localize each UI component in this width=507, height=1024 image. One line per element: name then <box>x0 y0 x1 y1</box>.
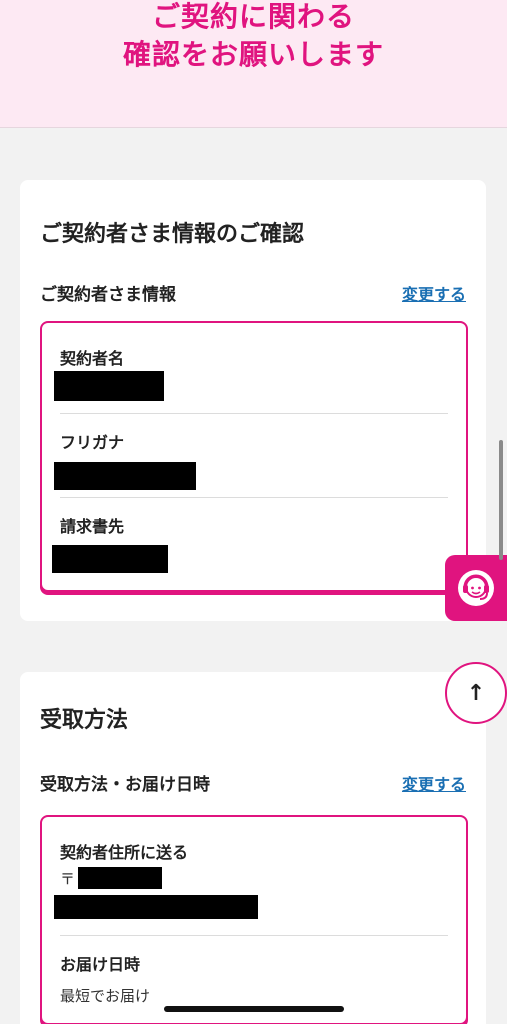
address-row: 契約者住所に送る <box>60 839 448 863</box>
delivery-row: お届け日時 最短でお届け <box>60 951 448 1006</box>
contract-info-box: 契約者名 フリガナ 請求書先 <box>40 321 468 592</box>
support-chat-button[interactable] <box>445 555 507 621</box>
page-header: ご契約に関わる 確認をお願いします <box>0 0 507 128</box>
receive-info-box: 契約者住所に送る 〒 お届け日時 最短でお届け <box>40 815 468 1024</box>
redacted-billing <box>52 545 168 573</box>
receive-change-link[interactable]: 変更する <box>402 771 466 795</box>
furigana-label: フリガナ <box>60 433 125 452</box>
arrow-up-icon: ↑ <box>466 680 486 706</box>
home-indicator <box>164 1006 344 1012</box>
row-divider <box>60 935 448 936</box>
delivery-value: 最短でお届け <box>60 987 151 1005</box>
postal-prefix: 〒 <box>60 870 76 888</box>
address-label: 契約者住所に送る <box>60 843 189 862</box>
receive-card-title: 受取方法 <box>40 708 129 733</box>
header-title-line2: 確認をお願いします <box>122 38 384 71</box>
contract-info-card: ご契約者さま情報のご確認 ご契約者さま情報 変更する 契約者名 フリガナ 請求書… <box>20 180 486 621</box>
billing-row: 請求書先 <box>60 513 448 537</box>
row-divider <box>60 497 448 498</box>
redacted-address <box>54 895 258 919</box>
receive-section-label: 受取方法・お届け日時 <box>40 775 210 795</box>
contract-name-label: 契約者名 <box>60 349 125 368</box>
contract-change-link[interactable]: 変更する <box>402 281 466 305</box>
operator-headset-icon <box>458 570 494 606</box>
furigana-row: フリガナ <box>60 429 448 453</box>
receive-section-header: 受取方法・お届け日時 変更する <box>40 770 466 796</box>
row-divider <box>60 413 448 414</box>
scrollbar[interactable] <box>499 440 503 560</box>
billing-label: 請求書先 <box>60 517 125 536</box>
receive-method-card: 受取方法 受取方法・お届け日時 変更する 契約者住所に送る 〒 お届け日時 最短… <box>20 672 486 1024</box>
redacted-postal-code <box>78 867 162 889</box>
redacted-contract-name <box>54 371 164 401</box>
redacted-furigana <box>54 462 196 490</box>
scroll-to-top-button[interactable]: ↑ <box>445 662 507 724</box>
contract-section-label: ご契約者さま情報 <box>40 285 176 305</box>
contract-name-row: 契約者名 <box>60 345 448 369</box>
contract-section-header: ご契約者さま情報 変更する <box>40 280 466 306</box>
header-title-line1: ご契約に関わる <box>151 0 355 33</box>
contract-card-title: ご契約者さま情報のご確認 <box>40 222 305 247</box>
delivery-label: お届け日時 <box>60 955 141 974</box>
